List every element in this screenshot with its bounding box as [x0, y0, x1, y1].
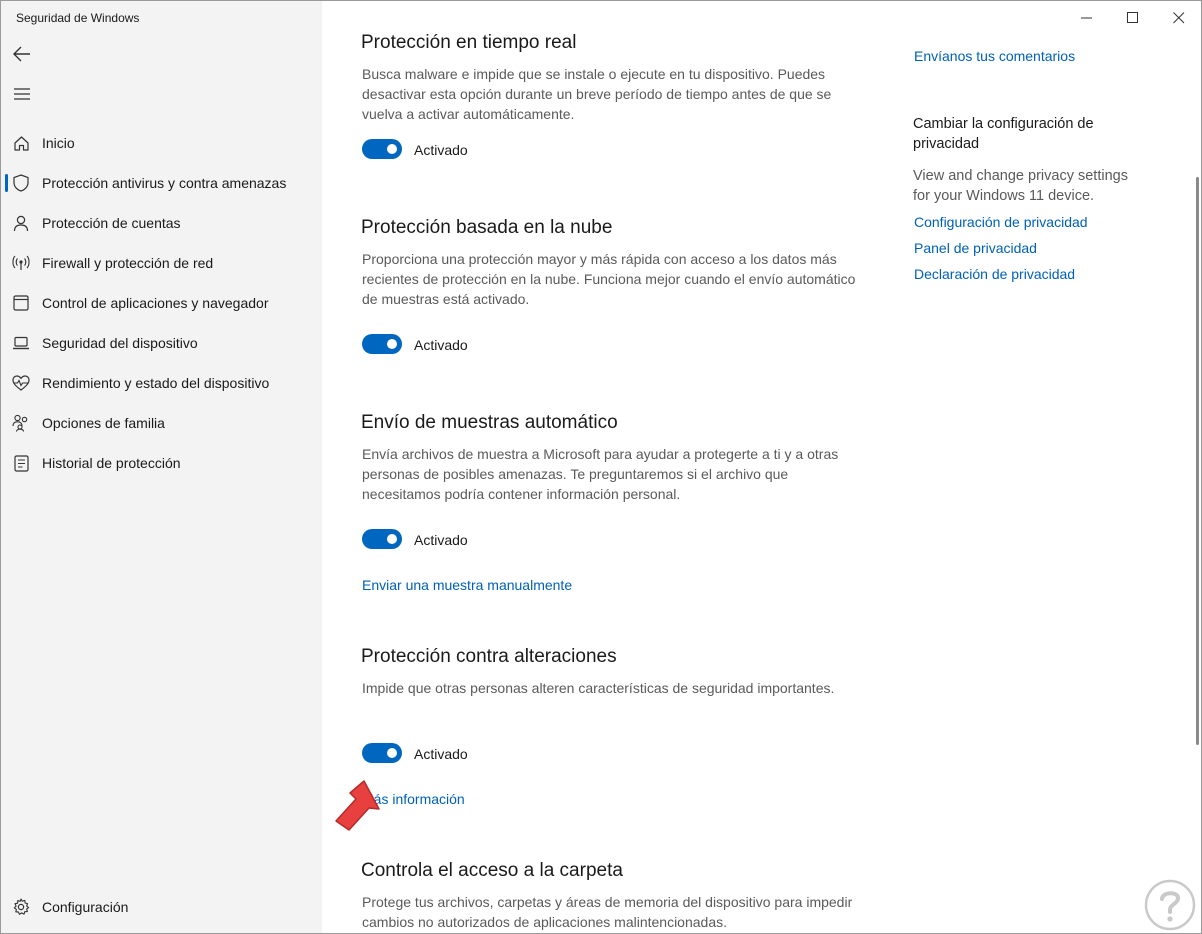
sidebar-item-aplicaciones[interactable]: Control de aplicaciones y navegador: [5, 285, 317, 321]
close-icon: [1173, 12, 1185, 24]
person-icon: [11, 213, 31, 233]
toggle-state-label: Activado: [414, 142, 468, 158]
tamper-protection-toggle[interactable]: [362, 743, 402, 763]
section-description: Protege tus archivos, carpetas y áreas d…: [362, 894, 853, 930]
toggle-state-label: Activado: [414, 337, 468, 353]
settings-label: Configuración: [42, 899, 129, 915]
heart-pulse-icon: [11, 373, 31, 393]
section-title: Controla el acceso a la carpeta: [361, 860, 623, 881]
shield-icon: [11, 173, 31, 193]
app-browser-icon: [11, 293, 31, 313]
sidebar-item-label: Opciones de familia: [42, 415, 165, 431]
privacy-description: View and change privacy settings for you…: [913, 168, 1128, 204]
family-icon: [11, 413, 31, 433]
menu-button[interactable]: [9, 81, 35, 107]
sidebar-item-label: Firewall y protección de red: [42, 255, 214, 271]
app-window: Seguridad de Windows Inicio Protección a…: [0, 0, 1202, 934]
watermark-logo-icon: [1144, 879, 1196, 931]
toggle-state-label: Activado: [414, 746, 468, 762]
minimize-icon: [1081, 17, 1092, 19]
history-icon: [11, 453, 31, 473]
sidebar-item-label: Inicio: [42, 135, 75, 151]
realtime-protection-toggle[interactable]: [362, 139, 402, 159]
submit-sample-link[interactable]: Enviar una muestra manualmente: [362, 577, 572, 593]
sidebar-item-dispositivo[interactable]: Seguridad del dispositivo: [5, 325, 317, 361]
sidebar-item-inicio[interactable]: Inicio: [5, 125, 317, 161]
sidebar-item-label: Protección de cuentas: [42, 215, 181, 231]
toggle-state-label: Activado: [414, 532, 468, 548]
sidebar-item-historial[interactable]: Historial de protección: [5, 445, 317, 481]
sidebar-item-antivirus[interactable]: Protección antivirus y contra amenazas: [5, 165, 317, 201]
scrollbar[interactable]: [1196, 177, 1199, 745]
antenna-icon: [11, 253, 31, 273]
section-description: Impide que otras personas alteren caract…: [362, 680, 835, 696]
section-description: Envía archivos de muestra a Microsoft pa…: [362, 446, 839, 502]
back-arrow-icon: [13, 46, 30, 62]
section-title: Protección basada en la nube: [361, 217, 613, 238]
sample-submission-toggle[interactable]: [362, 529, 402, 549]
hamburger-icon: [14, 88, 30, 100]
maximize-button[interactable]: [1110, 1, 1156, 35]
section-description: Proporciona una protección mayor y más r…: [362, 251, 856, 307]
window-title: Seguridad de Windows: [16, 11, 140, 25]
section-title: Envío de muestras automático: [361, 412, 618, 433]
sidebar-item-label: Historial de protección: [42, 455, 181, 471]
close-button[interactable]: [1156, 1, 1201, 35]
sidebar-item-familia[interactable]: Opciones de familia: [5, 405, 317, 441]
home-icon: [11, 133, 31, 153]
sidebar-item-firewall[interactable]: Firewall y protección de red: [5, 245, 317, 281]
maximize-icon: [1127, 12, 1138, 23]
sidebar-item-label: Protección antivirus y contra amenazas: [42, 175, 287, 191]
section-title: Protección en tiempo real: [361, 32, 577, 53]
sidebar-item-label: Control de aplicaciones y navegador: [42, 295, 269, 311]
annotation-arrow-icon: [335, 780, 380, 831]
minimize-button[interactable]: [1064, 1, 1110, 35]
privacy-settings-link[interactable]: Configuración de privacidad: [914, 214, 1088, 230]
laptop-icon: [11, 333, 31, 353]
privacy-dashboard-link[interactable]: Panel de privacidad: [914, 240, 1037, 256]
feedback-link[interactable]: Envíanos tus comentarios: [914, 48, 1075, 64]
section-title: Protección contra alteraciones: [361, 646, 617, 667]
sidebar-item-configuracion[interactable]: Configuración: [5, 889, 317, 925]
gear-icon: [11, 897, 31, 917]
section-description: Busca malware e impide que se instale o …: [362, 66, 832, 122]
back-button[interactable]: [9, 41, 35, 67]
sidebar-item-label: Rendimiento y estado del dispositivo: [42, 375, 270, 391]
sidebar-item-rendimiento[interactable]: Rendimiento y estado del dispositivo: [5, 365, 317, 401]
sidebar: Seguridad de Windows Inicio Protección a…: [1, 1, 322, 933]
sidebar-item-label: Seguridad del dispositivo: [42, 335, 198, 351]
sidebar-item-cuentas[interactable]: Protección de cuentas: [5, 205, 317, 241]
cloud-protection-toggle[interactable]: [362, 334, 402, 354]
privacy-statement-link[interactable]: Declaración de privacidad: [914, 266, 1075, 282]
privacy-heading: Cambiar la configuración de privacidad: [913, 116, 1094, 152]
